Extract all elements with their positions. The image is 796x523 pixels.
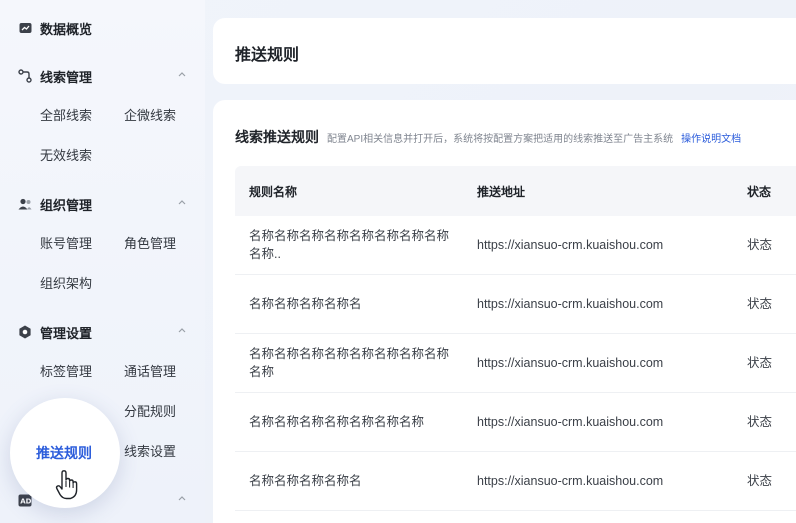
push-url-cell: https://xiansuo-crm.kuaishou.com (477, 238, 664, 252)
push-url-cell: https://xiansuo-crm.kuaishou.com (477, 297, 664, 311)
status-cell: 状态 (747, 356, 773, 370)
chevron-up-icon[interactable] (177, 325, 187, 335)
table-row[interactable]: 名称名称名称名称名 https://xiansuo-crm.kuaishou.c… (235, 275, 796, 334)
flow-icon (18, 69, 32, 83)
page-title: 推送规则 (235, 47, 300, 64)
svg-text:AD: AD (20, 497, 31, 505)
push-url-cell: https://xiansuo-crm.kuaishou.com (477, 356, 664, 370)
section-header: 线索推送规则 配置API相关信息并打开后，系统将按配置方案把适用的线索推送至广告… (235, 127, 741, 147)
chevron-up-icon[interactable] (177, 197, 187, 207)
docs-link[interactable]: 操作说明文档 (681, 130, 741, 145)
nav-data-overview-label: 数据概览 (40, 21, 93, 37)
gear-icon (18, 325, 32, 339)
column-header-url: 推送地址 (477, 185, 526, 199)
nav-item-all-leads[interactable]: 全部线索 (40, 106, 92, 126)
status-cell: 状态 (747, 474, 773, 488)
chevron-up-icon[interactable] (177, 69, 187, 79)
hand-cursor-icon (54, 469, 80, 501)
rule-name-cell: 名称名称名称名称名称名称名称 (249, 415, 425, 429)
nav-item-accounts[interactable]: 账号管理 (40, 234, 92, 254)
nav-item-tags[interactable]: 标签管理 (40, 362, 92, 382)
section-description: 配置API相关信息并打开后，系统将按配置方案把适用的线索推送至广告主系统 (327, 134, 674, 145)
rules-table: 规则名称 推送地址 状态 名称名称名称名称名称名称名称名称名称.. https:… (235, 166, 796, 511)
nav-item-wecom-leads[interactable]: 企微线索 (124, 106, 176, 126)
status-cell: 状态 (747, 415, 773, 429)
table-row[interactable]: 名称名称名称名称名 https://xiansuo-crm.kuaishou.c… (235, 452, 796, 511)
chevron-up-icon[interactable] (177, 493, 187, 503)
table-row[interactable]: 名称名称名称名称名称名称名称名称名称 https://xiansuo-crm.k… (235, 334, 796, 393)
nav-item-org-structure[interactable]: 组织架构 (40, 274, 92, 294)
rule-name-cell: 名称名称名称名称名称名称名称名称名称 (249, 347, 450, 379)
nav-group-leads[interactable]: 线索管理 (18, 66, 193, 86)
rule-name-cell: 名称名称名称名称名称名称名称名称名称.. (249, 229, 450, 261)
section-title: 线索推送规则 (235, 129, 319, 145)
nav-item-invalid-leads[interactable]: 无效线索 (40, 146, 92, 166)
status-cell: 状态 (747, 238, 773, 252)
status-cell: 状态 (747, 297, 773, 311)
nav-data-overview[interactable]: 数据概览 (18, 18, 193, 38)
rule-name-cell: 名称名称名称名称名 (249, 297, 362, 311)
push-url-cell: https://xiansuo-crm.kuaishou.com (477, 474, 664, 488)
page-header: 推送规则 (213, 18, 796, 84)
nav-item-calls[interactable]: 通话管理 (124, 362, 176, 382)
table-row[interactable]: 名称名称名称名称名称名称名称 https://xiansuo-crm.kuais… (235, 393, 796, 452)
content-card: 线索推送规则 配置API相关信息并打开后，系统将按配置方案把适用的线索推送至广告… (213, 100, 796, 523)
column-header-name: 规则名称 (249, 185, 298, 199)
users-icon (18, 197, 32, 211)
nav-group-settings-label: 管理设置 (40, 325, 93, 341)
push-url-cell: https://xiansuo-crm.kuaishou.com (477, 415, 664, 429)
nav-item-assign-rules[interactable]: 分配规则 (124, 402, 176, 422)
nav-item-push-rules[interactable]: 推送规则 (36, 443, 92, 463)
column-header-status: 状态 (747, 185, 772, 199)
nav-group-org[interactable]: 组织管理 (18, 194, 193, 214)
table-header: 规则名称 推送地址 状态 (235, 166, 796, 216)
nav-group-org-label: 组织管理 (40, 197, 93, 213)
nav-group-leads-label: 线索管理 (40, 69, 93, 85)
rule-name-cell: 名称名称名称名称名 (249, 474, 362, 488)
nav-item-lead-settings[interactable]: 线索设置 (124, 442, 176, 462)
nav-item-roles[interactable]: 角色管理 (124, 234, 176, 254)
table-row[interactable]: 名称名称名称名称名称名称名称名称名称.. https://xiansuo-crm… (235, 216, 796, 275)
dashboard-icon (18, 21, 32, 35)
nav-group-settings[interactable]: 管理设置 (18, 322, 193, 342)
